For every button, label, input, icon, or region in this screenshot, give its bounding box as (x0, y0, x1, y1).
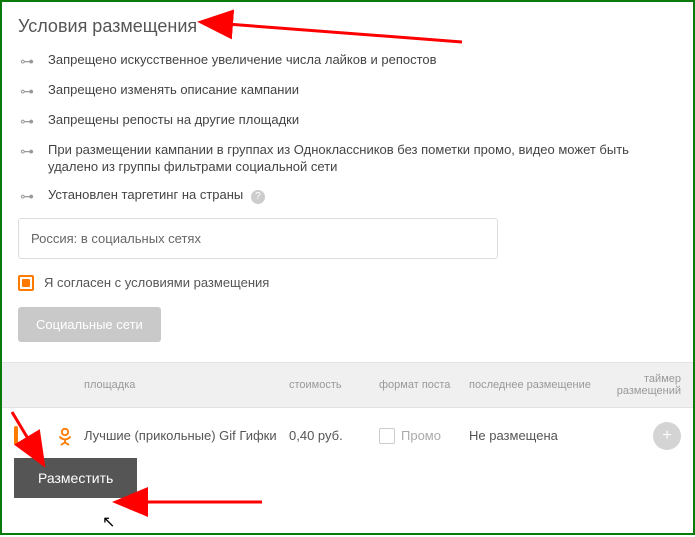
th-format: формат поста (379, 379, 469, 391)
row-last: Не размещена (469, 428, 599, 443)
promo-checkbox[interactable] (379, 428, 395, 444)
th-last: последнее размещение (469, 379, 599, 391)
key-icon: ⊶ (18, 187, 36, 206)
add-timer-button[interactable]: + (653, 422, 681, 450)
agree-checkbox[interactable] (18, 275, 34, 291)
targeting-tag: Россия: в социальных сетях (31, 231, 201, 246)
rule-item: ⊶ Запрещено искусственное увеличение чис… (18, 51, 677, 71)
rule-item: ⊶ Запрещено изменять описание кампании (18, 81, 677, 101)
key-icon: ⊶ (18, 82, 36, 101)
row-checkbox[interactable] (14, 426, 18, 445)
key-icon: ⊶ (18, 142, 36, 161)
key-icon: ⊶ (18, 112, 36, 131)
rule-text: Запрещено искусственное увеличение числа… (48, 51, 437, 69)
ok-icon (54, 425, 76, 447)
cursor-icon: ↖ (102, 512, 115, 532)
rule-text: При размещении кампании в группах из Одн… (48, 141, 677, 176)
row-name[interactable]: Лучшие (прикольные) Gif Гифки (84, 428, 289, 443)
rule-text: Запрещено изменять описание кампании (48, 81, 299, 99)
rule-item: ⊶ Запрещены репосты на другие площадки (18, 111, 677, 131)
key-icon: ⊶ (18, 52, 36, 71)
page-title: Условия размещения (18, 16, 677, 37)
agree-label: Я согласен с условиями размещения (44, 275, 269, 290)
help-icon[interactable]: ? (251, 190, 265, 204)
promo-label: Промо (401, 428, 441, 443)
table-row: Лучшие (прикольные) Gif Гифки 0,40 руб. … (2, 408, 693, 454)
rule-item: ⊶ При размещении кампании в группах из О… (18, 141, 677, 176)
th-cost: стоимость (289, 379, 379, 391)
rule-text: Установлен таргетинг на страны (48, 187, 243, 202)
rule-text: Запрещены репосты на другие площадки (48, 111, 299, 129)
row-cost: 0,40 руб. (289, 428, 379, 443)
placements-table: площадка стоимость формат поста последне… (2, 362, 693, 508)
social-networks-button: Социальные сети (18, 307, 161, 342)
rules-list: ⊶ Запрещено искусственное увеличение чис… (18, 51, 677, 206)
targeting-box[interactable]: Россия: в социальных сетях (18, 218, 498, 259)
rule-item: ⊶ Установлен таргетинг на страны ? (18, 186, 677, 206)
th-name: площадка (84, 379, 289, 391)
submit-button[interactable]: Разместить (14, 458, 137, 498)
th-timer: таймер размещений (599, 373, 681, 397)
